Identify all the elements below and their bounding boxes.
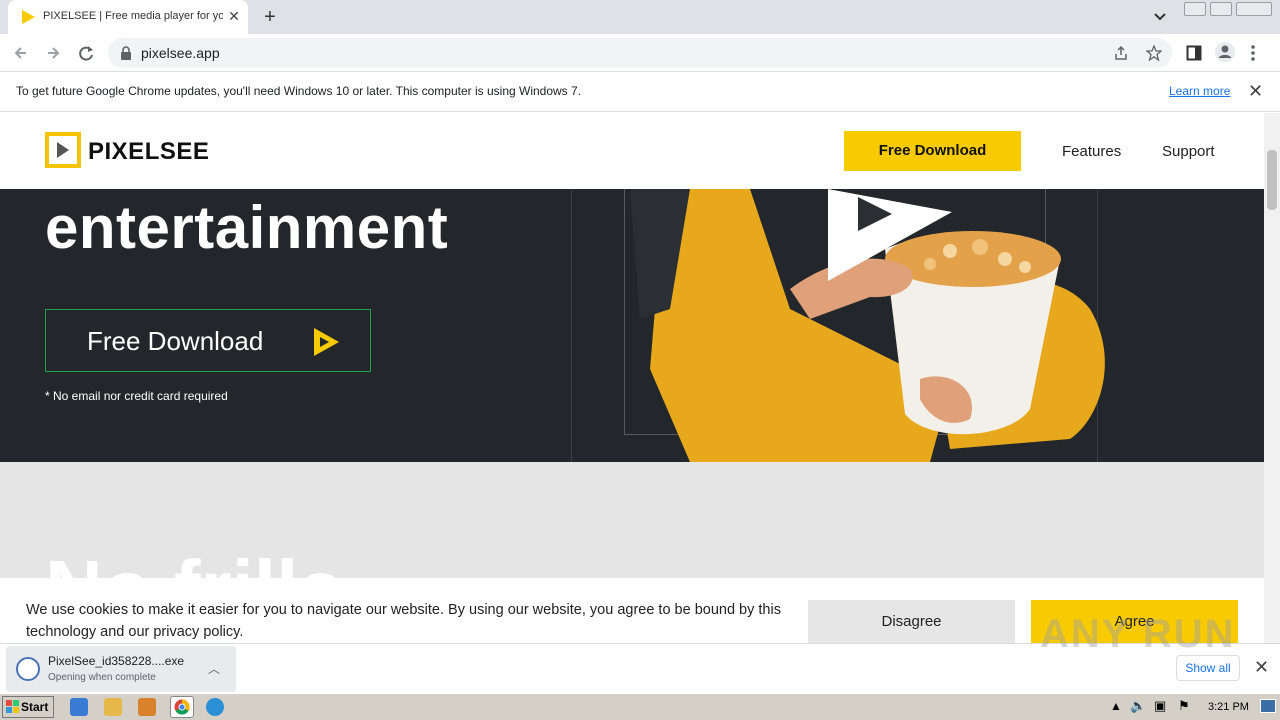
hero-headline: entertainment (45, 194, 449, 261)
infobar-message: To get future Google Chrome updates, you… (16, 84, 582, 98)
chevron-up-icon[interactable]: ︿ (208, 660, 220, 677)
shelf-close-icon[interactable]: ✕ (1254, 657, 1269, 678)
hero-image-popcorn-woman (630, 189, 1105, 462)
menu-kebab-icon[interactable] (1248, 43, 1258, 63)
tray-expand-icon[interactable]: ▲ (1110, 699, 1122, 713)
side-panel-icon[interactable] (1186, 45, 1202, 61)
start-label: Start (21, 700, 49, 714)
disagree-button[interactable]: Disagree (808, 600, 1015, 643)
restore-button[interactable] (1210, 2, 1232, 16)
browser-toolbar: pixelsee.app (0, 34, 1280, 72)
cookie-text: We use cookies to make it easier for you… (26, 602, 781, 640)
back-icon[interactable] (10, 42, 32, 64)
logo-box (45, 132, 81, 168)
windows-logo-icon (6, 700, 19, 713)
logo-text: PIXELSEE (88, 138, 210, 165)
anyrun-watermark: ANY RUN (1040, 612, 1236, 656)
pixelsee-favicon-icon (22, 10, 35, 24)
site-header: PIXELSEE Free Download Features Support (0, 113, 1264, 189)
lock-icon[interactable] (120, 46, 132, 60)
tab-search-chevron-icon[interactable] (1150, 8, 1170, 26)
reload-icon[interactable] (75, 42, 97, 64)
new-tab-button[interactable]: + (260, 7, 280, 27)
start-button[interactable]: Start (2, 696, 54, 718)
nav-features-link[interactable]: Features (1062, 143, 1121, 160)
show-all-button[interactable]: Show all (1176, 655, 1240, 681)
header-free-download-button[interactable]: Free Download (844, 131, 1021, 171)
hero-section: entertainment Free Download * No email n… (0, 189, 1264, 462)
media-player-icon[interactable] (138, 698, 156, 716)
taskbar-clock[interactable]: 3:21 PM (1208, 701, 1249, 713)
url-text[interactable]: pixelsee.app (141, 45, 220, 61)
volume-icon[interactable]: 🔈 (1130, 698, 1146, 714)
share-icon[interactable] (1113, 45, 1129, 61)
chrome-taskbar-button[interactable] (170, 696, 194, 718)
tab-title: PIXELSEE | Free media player for your (43, 10, 223, 22)
action-center-flag-icon[interactable]: ⚑ (1178, 698, 1190, 714)
forward-icon[interactable] (42, 42, 64, 64)
hero-line (571, 189, 572, 462)
chrome-icon (174, 699, 190, 715)
hero-download-label: Free Download (87, 326, 264, 356)
learn-more-link[interactable]: Learn more (1169, 84, 1230, 98)
update-infobar: To get future Google Chrome updates, you… (0, 72, 1280, 112)
bookmark-star-icon[interactable] (1146, 45, 1162, 61)
logo-play-icon (57, 142, 69, 158)
web-page: PIXELSEE Free Download Features Support … (0, 113, 1264, 643)
ie-icon[interactable] (70, 698, 88, 716)
windows-taskbar: Start ▲ 🔈 ▣ ⚑ 3:21 PM (0, 693, 1280, 720)
download-file-icon (16, 657, 40, 681)
browser-titlebar: PIXELSEE | Free media player for your ✕ … (0, 0, 1280, 34)
tab-close-icon[interactable]: ✕ (226, 8, 242, 24)
explorer-folder-icon[interactable] (104, 698, 122, 716)
infobar-close-icon[interactable]: ✕ (1248, 81, 1263, 102)
network-icon[interactable]: ▣ (1154, 698, 1166, 714)
browser-tab[interactable]: PIXELSEE | Free media player for your ✕ (8, 0, 248, 34)
scrollbar-thumb[interactable] (1267, 150, 1277, 210)
address-bar[interactable]: pixelsee.app (108, 38, 1172, 68)
play-arrow-icon (314, 328, 339, 356)
show-desktop-button[interactable] (1260, 699, 1276, 713)
profile-avatar-icon[interactable] (1214, 41, 1236, 63)
download-item[interactable]: PixelSee_id358228....exe Opening when co… (6, 646, 236, 692)
nav-support-link[interactable]: Support (1162, 143, 1215, 160)
edge-icon[interactable] (206, 698, 224, 716)
hero-free-download-button[interactable]: Free Download (45, 309, 371, 372)
minimize-button[interactable] (1184, 2, 1206, 16)
hero-note: * No email nor credit card required (45, 389, 228, 403)
download-filename: PixelSee_id358228....exe (48, 654, 185, 668)
close-window-button[interactable] (1236, 2, 1272, 16)
download-status: Opening when complete (48, 672, 156, 683)
